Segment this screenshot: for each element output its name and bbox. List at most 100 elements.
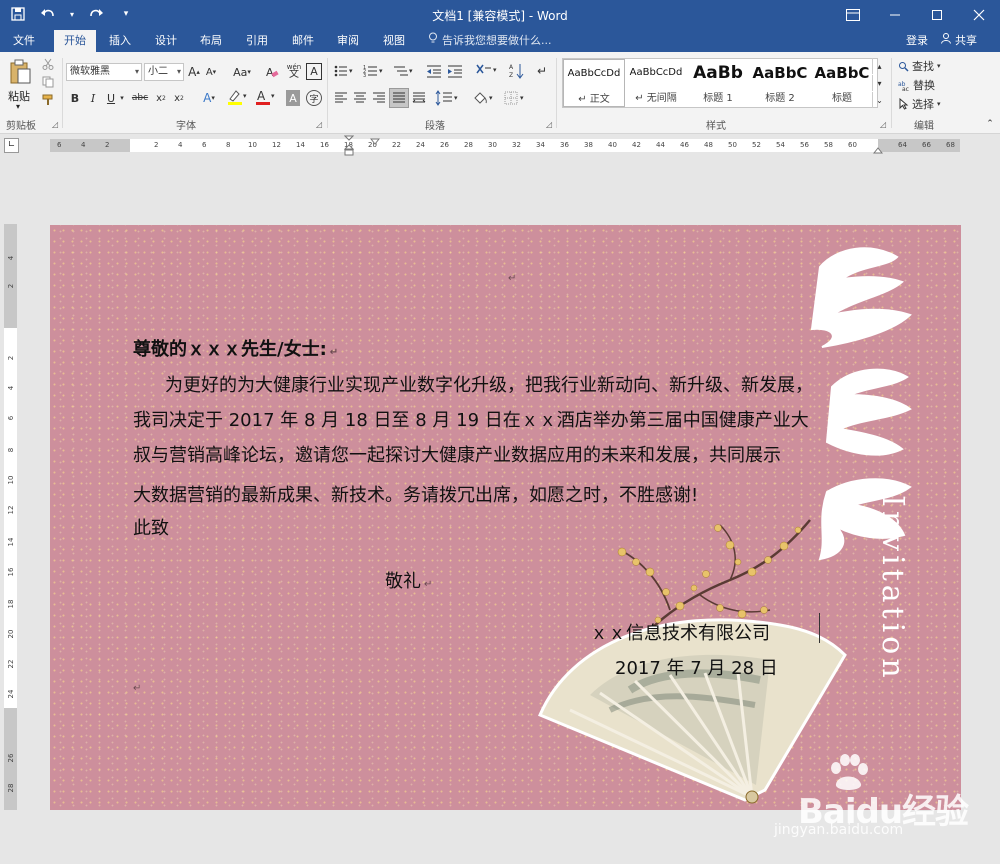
strikethrough-icon[interactable]: abc (130, 90, 150, 106)
italic-icon[interactable]: I (86, 90, 100, 106)
distributed-icon[interactable] (411, 90, 427, 106)
login-link[interactable]: 登录 (906, 30, 928, 52)
tab-mailings[interactable]: 邮件 (285, 30, 321, 52)
style-no-spacing[interactable]: AaBbCcDd ↵ 无间隔 (625, 59, 687, 107)
styles-launcher-icon[interactable]: ◿ (880, 120, 886, 129)
decrease-indent-icon[interactable] (425, 63, 443, 79)
numbering-icon[interactable]: 1 2 3 ▾ (362, 63, 386, 79)
font-name-dropdown-icon[interactable]: ▾ (135, 64, 139, 80)
text-cursor (819, 613, 820, 643)
font-launcher-icon[interactable]: ◿ (316, 120, 322, 129)
change-case-icon[interactable]: Aa ▾ (230, 64, 254, 80)
paste-dropdown-icon[interactable]: ▾ (16, 102, 20, 111)
tab-layout[interactable]: 布局 (193, 30, 229, 52)
tab-view[interactable]: 视图 (376, 30, 412, 52)
borders-icon[interactable]: ▾ (502, 89, 528, 107)
body-line-4[interactable]: 大数据营销的最新成果、新技术。务请拨冗出席，如愿之时，不胜感谢! (133, 481, 698, 507)
paragraph-launcher-icon[interactable]: ◿ (546, 120, 552, 129)
subscript-icon[interactable]: x2 (154, 90, 168, 106)
format-painter-icon[interactable] (40, 93, 56, 107)
grow-font-icon[interactable]: A ▴ (187, 64, 201, 80)
undo-dropdown-icon[interactable]: ▾ (68, 4, 76, 24)
shading-icon[interactable]: ▾ (470, 89, 496, 107)
company-signature[interactable]: ｘｘ信息技术有限公司 (590, 619, 770, 645)
tab-file[interactable]: 文件 (6, 30, 42, 52)
save-icon[interactable] (8, 4, 28, 24)
styles-gallery[interactable]: AaBbCcDd ↵ 正文 AaBbCcDd ↵ 无间隔 AaBb 标题 1 A… (562, 58, 878, 108)
share-button[interactable]: 共享 (940, 30, 977, 52)
superscript-icon[interactable]: x2 (172, 90, 186, 106)
underline-icon[interactable]: U (104, 90, 118, 106)
clipboard-launcher-icon[interactable]: ◿ (52, 120, 58, 129)
shrink-font-icon[interactable]: A ▾ (204, 64, 218, 80)
svg-text:▾: ▾ (489, 94, 493, 102)
font-name-combo[interactable]: 微软雅黑 ▾ (66, 63, 142, 81)
text-effects-icon[interactable]: A ▾ (198, 90, 220, 106)
replace-button[interactable]: ab ac 替换 (898, 77, 948, 93)
body-line-3[interactable]: 叔与营销高峰论坛，邀请您一起探讨大健康产业数据应用的未来和发展，共同展示 (133, 441, 781, 467)
align-center-icon[interactable] (352, 90, 368, 106)
align-left-icon[interactable] (333, 90, 349, 106)
highlight-color-icon[interactable]: ▾ (226, 88, 248, 106)
style-heading-1[interactable]: AaBb 标题 1 (687, 59, 749, 107)
svg-text:A: A (266, 66, 274, 79)
phonetic-guide-icon[interactable]: wén 文 (285, 60, 303, 82)
document-page[interactable]: Invitation 尊敬的ｘｘｘ先生/女士: ↵ 为更好的为大健康行业实现产业数… (50, 225, 961, 810)
show-marks-icon[interactable]: ↵ (535, 63, 549, 79)
customize-qat-icon[interactable]: ▾ (116, 4, 136, 24)
bullets-icon[interactable]: ▾ (333, 63, 355, 79)
font-size-dropdown-icon[interactable]: ▾ (177, 64, 181, 80)
greeting-line[interactable]: 尊敬的ｘｘｘ先生/女士: ↵ (133, 335, 338, 361)
redo-icon[interactable] (86, 4, 106, 24)
style-heading-2[interactable]: AaBbC 标题 2 (749, 59, 811, 107)
closing-jingli[interactable]: 敬礼 ↵ (385, 567, 432, 593)
tab-home[interactable]: 开始 (54, 30, 96, 52)
first-line-indent-marker[interactable] (369, 135, 381, 145)
tab-insert[interactable]: 插入 (102, 30, 138, 52)
body-line-1[interactable]: 为更好的为大健康行业实现产业数字化升级，把我行业新动向、新升级、新发展， (165, 371, 813, 397)
enclose-characters-icon[interactable]: 字 (306, 90, 322, 106)
align-right-icon[interactable] (371, 90, 387, 106)
body-line-2[interactable]: 我司决定于 2017 年 8 月 18 日至 8 月 19 日在ｘｘ酒店举办第三… (133, 406, 809, 432)
sort-icon[interactable]: AZ (508, 61, 526, 81)
undo-icon[interactable] (38, 4, 58, 24)
ruler-bar[interactable]: 6 4 2 2 4 6 8 10 12 14 16 18 20 22 24 26… (50, 139, 960, 152)
styles-scroll-up-icon[interactable]: ▴ (872, 58, 886, 74)
collapse-ribbon-icon[interactable]: ⌃ (984, 118, 996, 130)
vertical-ruler[interactable]: 4 2 2 4 6 8 10 12 14 16 18 20 22 24 26 2… (4, 224, 17, 810)
signature-date[interactable]: 2017 年 7 月 28 日 (615, 654, 778, 680)
ribbon-display-options-icon[interactable] (832, 0, 874, 30)
indent-marker[interactable] (343, 135, 355, 157)
font-color-icon[interactable]: A ▾ (254, 88, 276, 106)
tab-references[interactable]: 引用 (239, 30, 275, 52)
clear-formatting-icon[interactable]: A (264, 64, 280, 80)
tab-design[interactable]: 设计 (148, 30, 184, 52)
find-button[interactable]: 查找 ▾ (898, 58, 954, 74)
right-indent-marker[interactable] (872, 145, 884, 155)
chinese-layout-icon[interactable]: ▾ (474, 61, 500, 79)
copy-icon[interactable] (40, 75, 56, 89)
tell-me-box[interactable]: 告诉我您想要做什么... (428, 30, 552, 52)
line-spacing-icon[interactable]: ▾ (434, 89, 460, 107)
style-normal[interactable]: AaBbCcDd ↵ 正文 (563, 59, 625, 107)
increase-indent-icon[interactable] (446, 63, 464, 79)
character-border-icon[interactable]: A (306, 63, 322, 80)
justify-icon[interactable] (389, 88, 409, 108)
font-size-combo[interactable]: 小二 ▾ (144, 63, 184, 81)
tab-review[interactable]: 审阅 (330, 30, 366, 52)
character-shading-icon[interactable]: A (286, 90, 300, 106)
styles-scroll-down-icon[interactable]: ▾ (872, 75, 886, 91)
style-title[interactable]: AaBbC 标题 (811, 59, 873, 107)
select-button[interactable]: 选择 ▾ (898, 96, 954, 112)
multilevel-list-icon[interactable]: ▾ (392, 63, 416, 79)
bold-icon[interactable]: B (68, 90, 82, 106)
underline-dropdown-icon[interactable]: ▾ (118, 90, 126, 106)
minimize-icon[interactable] (874, 0, 916, 30)
tab-selector[interactable]: ∟ (4, 138, 19, 153)
closing-cizhi[interactable]: 此致 (133, 514, 169, 540)
styles-more-icon[interactable]: ⌄ (872, 92, 886, 108)
paste-icon[interactable] (8, 58, 32, 86)
maximize-icon[interactable] (916, 0, 958, 30)
close-icon[interactable] (958, 0, 1000, 30)
cut-icon[interactable] (40, 57, 56, 71)
